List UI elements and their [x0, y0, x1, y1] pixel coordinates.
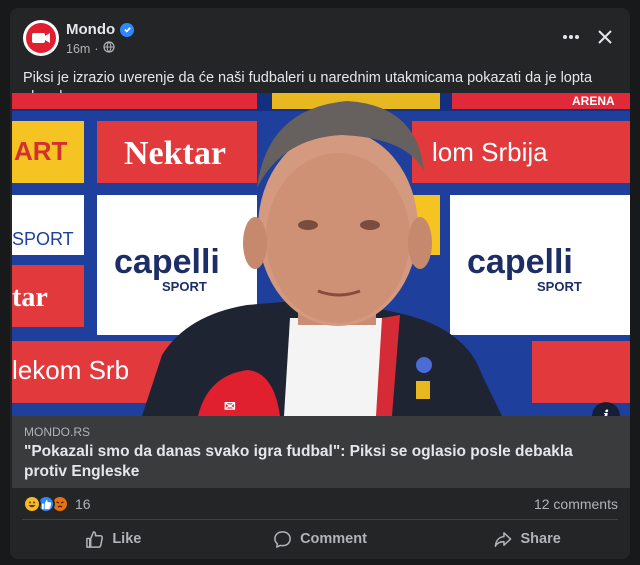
- sponsor-tar-text: tar: [12, 282, 48, 313]
- post-header: Mondo 16m ·: [10, 8, 630, 64]
- mondo-logo-icon: [26, 23, 56, 53]
- sponsor-capelli-left-text: capelli: [114, 243, 220, 281]
- post-meta: 16m ·: [66, 41, 115, 56]
- verified-badge-icon: [120, 22, 135, 37]
- close-icon: [598, 30, 612, 44]
- close-button[interactable]: [592, 24, 618, 50]
- thumbs-up-icon: [86, 530, 104, 548]
- post-actions: Like Comment Share: [10, 521, 630, 557]
- share-button[interactable]: Share: [423, 521, 630, 557]
- arena-watermark-text: ARENA: [572, 94, 615, 108]
- page-avatar[interactable]: [23, 20, 59, 56]
- share-label: Share: [520, 531, 561, 547]
- comment-label: Comment: [300, 531, 367, 547]
- svg-text:✉: ✉: [224, 398, 236, 414]
- sponsor-capelli-right-sub: SPORT: [537, 279, 582, 294]
- post-card: Mondo 16m · Piksi je izrazio uverenje da…: [10, 8, 630, 559]
- sponsor-capelli-right-text: capelli: [467, 243, 573, 281]
- post-image[interactable]: ART Nektar lom Srbija SPORT capelli SPOR…: [12, 93, 630, 416]
- reactions-summary[interactable]: 16: [23, 495, 91, 513]
- more-options-button[interactable]: [558, 24, 584, 50]
- info-icon: i: [603, 407, 609, 416]
- sponsor-srb-left-text: lekom Srb: [12, 355, 129, 385]
- post-stats: 16 12 comments: [10, 488, 630, 518]
- sponsor-sport-small-text: SPORT: [12, 229, 74, 249]
- link-preview[interactable]: MONDO.RS "Pokazali smo da danas svako ig…: [12, 416, 630, 488]
- sponsor-capelli-left-sub: SPORT: [162, 279, 207, 294]
- page-name-row: Mondo: [66, 21, 135, 38]
- haha-icon: [23, 495, 41, 513]
- comments-count[interactable]: 12 comments: [534, 496, 618, 512]
- like-label: Like: [112, 531, 142, 547]
- link-title[interactable]: "Pokazali smo da danas svako igra fudbal…: [24, 442, 614, 482]
- like-button[interactable]: Like: [10, 521, 217, 557]
- sponsor-nektar-text: Nektar: [124, 135, 226, 172]
- reaction-count: 16: [75, 496, 91, 512]
- comment-icon: [274, 530, 291, 548]
- page-name[interactable]: Mondo: [66, 21, 115, 38]
- link-domain: MONDO.RS: [24, 425, 90, 439]
- sponsor-srbija-text: lom Srbija: [432, 137, 548, 167]
- interview-photo: ART Nektar lom Srbija SPORT capelli SPOR…: [12, 93, 630, 416]
- sponsor-art-text: ART: [14, 136, 68, 166]
- actions-divider: [22, 519, 618, 520]
- post-time[interactable]: 16m: [66, 42, 90, 56]
- share-icon: [494, 531, 511, 547]
- comment-button[interactable]: Comment: [217, 521, 424, 557]
- more-dots-icon: [563, 35, 579, 39]
- globe-icon: [102, 41, 115, 56]
- meta-separator: ·: [94, 41, 99, 56]
